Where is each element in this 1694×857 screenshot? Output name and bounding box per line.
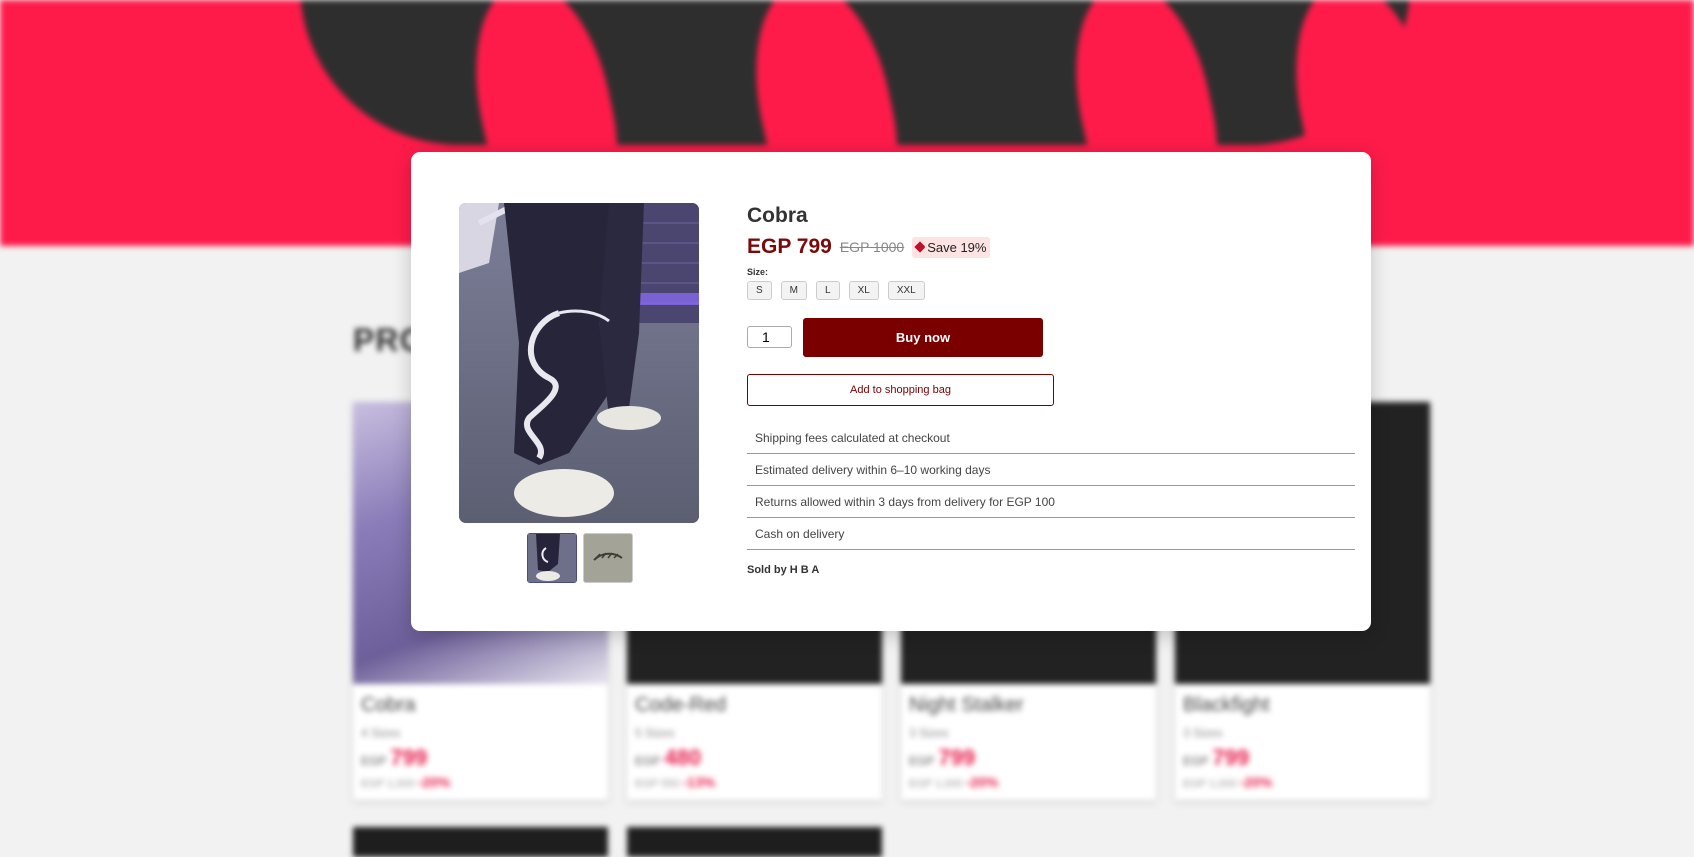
product-card-sizes: 5 Sizes — [635, 726, 675, 740]
product-card-was: EGP 1,000 -20% — [361, 774, 451, 790]
product-modal: Cobra EGP 799 EGP 1000 Save 19% Size: S … — [411, 152, 1371, 631]
product-title: Cobra — [747, 204, 808, 227]
info-row-shipping: Shipping fees calculated at checkout — [747, 422, 1355, 454]
product-card-name: Cobra — [361, 694, 416, 716]
size-option-l[interactable]: L — [816, 281, 840, 300]
tag-icon — [914, 241, 926, 253]
product-card-name: Night Stalker — [909, 694, 1024, 716]
thumbnail-image — [528, 534, 576, 582]
product-card-name: Code-Red — [635, 694, 727, 716]
product-card-sizes: 3 Sizes — [1183, 726, 1223, 740]
product-card-name: Blackfight — [1183, 694, 1270, 716]
quantity-input[interactable] — [747, 326, 792, 348]
thumbnail-2[interactable] — [583, 533, 633, 583]
size-options: S M L XL XXL — [747, 281, 925, 300]
current-price: EGP 799 — [747, 235, 832, 258]
buy-now-button[interactable]: Buy now — [803, 318, 1043, 357]
info-row-returns: Returns allowed within 3 days from deliv… — [747, 486, 1355, 518]
product-card-next[interactable] — [353, 827, 608, 857]
product-photo — [459, 203, 699, 523]
save-badge-label: Save 19% — [927, 239, 987, 255]
info-row-payment: Cash on delivery — [747, 518, 1355, 550]
product-card-price: EGP 799 — [361, 745, 428, 770]
size-option-xxl[interactable]: XXL — [887, 281, 925, 300]
product-card-next[interactable] — [627, 827, 882, 857]
product-card-was: EGP 550 -13% — [635, 774, 716, 790]
product-card-was: EGP 1,000 -20% — [1183, 774, 1273, 790]
original-price: EGP 1000 — [839, 239, 905, 255]
info-list: Shipping fees calculated at checkout Est… — [747, 422, 1355, 550]
product-card-price: EGP 480 — [635, 745, 702, 770]
info-row-delivery: Estimated delivery within 6–10 working d… — [747, 454, 1355, 486]
size-option-s[interactable]: S — [747, 281, 772, 300]
product-card-was: EGP 1,000 -20% — [909, 774, 999, 790]
product-card-price: EGP 799 — [909, 745, 976, 770]
sold-by: Sold by H B A — [747, 564, 820, 576]
add-to-bag-button[interactable]: Add to shopping bag — [747, 374, 1054, 406]
thumbnail-1[interactable] — [527, 533, 577, 583]
size-option-xl[interactable]: XL — [848, 281, 879, 300]
product-card-sizes: 4 Sizes — [361, 726, 401, 740]
thumbnail-image — [584, 534, 632, 582]
product-card-price: EGP 799 — [1183, 745, 1250, 770]
product-card-sizes: 3 Sizes — [909, 726, 949, 740]
product-main-image — [459, 203, 699, 523]
price-row: EGP 799 EGP 1000 Save 19% — [747, 235, 991, 259]
save-badge: Save 19% — [912, 236, 991, 258]
size-label: Size: — [747, 267, 769, 277]
size-option-m[interactable]: M — [780, 281, 808, 300]
